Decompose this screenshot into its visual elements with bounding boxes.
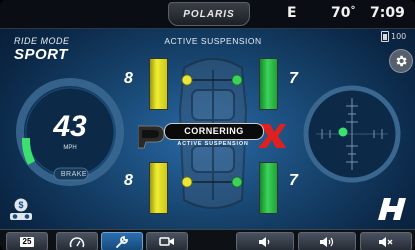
- level-indicator-dot: [338, 127, 348, 137]
- camera-icon: [159, 237, 174, 246]
- park-badge: 25: [19, 236, 35, 247]
- speed-value: 43: [53, 110, 87, 143]
- battery-icon: [381, 31, 389, 42]
- temperature-unit: °: [350, 5, 356, 16]
- speedometer-icon: [69, 236, 85, 247]
- top-status-bar: POLARIS E 70° 7:09: [0, 0, 415, 29]
- suspension-mode-pill[interactable]: CORNERING: [164, 123, 264, 140]
- front-left-wheel-dot: [181, 74, 193, 86]
- battery-indicator: 100: [381, 31, 406, 42]
- park-view-button[interactable]: 25: [6, 232, 48, 250]
- volume-down-button[interactable]: [236, 232, 294, 250]
- h-logo: [378, 198, 406, 220]
- mute-icon: [379, 236, 393, 247]
- suspension-mode-subtitle: ACTIVE SUSPENSION: [177, 141, 249, 147]
- volume-up-button[interactable]: [298, 232, 356, 250]
- svg-text:$: $: [18, 200, 23, 210]
- mute-button[interactable]: [360, 232, 412, 250]
- rear-left-suspension-bar: [149, 162, 168, 214]
- brand-logo-text: POLARIS: [183, 8, 235, 20]
- rear-right-suspension-bar: [259, 162, 278, 214]
- front-left-suspension-bar: [149, 58, 168, 110]
- screen: POLARIS E 70° 7:09 100 RIDE MODE SPORT A…: [0, 0, 415, 250]
- temperature-value: 70: [331, 5, 351, 21]
- clock: 7:09: [370, 5, 405, 21]
- level-gauge: [303, 85, 401, 183]
- settings-gear-icon: [396, 55, 407, 67]
- settings-button[interactable]: [389, 49, 413, 73]
- battery-value: 100: [391, 32, 407, 41]
- speed-unit: MPH: [63, 145, 77, 151]
- brake-label: BRAKE: [60, 171, 88, 178]
- wrench-icon: [116, 235, 128, 248]
- dtc-service-icon[interactable]: $: [8, 197, 34, 223]
- front-left-suspension-value: 8: [124, 70, 133, 87]
- vehicle-settings-button[interactable]: [101, 232, 143, 250]
- ride-mode-value[interactable]: SPORT: [14, 46, 68, 63]
- rear-right-suspension-value: 7: [289, 172, 298, 189]
- gear-indicator: E: [287, 5, 297, 21]
- volume-down-icon: [259, 236, 270, 247]
- front-right-suspension-value: 7: [289, 70, 298, 87]
- active-suspension-title: ACTIVE SUSPENSION: [164, 36, 262, 46]
- volume-up-icon: [320, 236, 334, 247]
- brand-tab: POLARIS: [168, 2, 250, 26]
- front-right-wheel-dot: [231, 74, 243, 86]
- front-right-suspension-bar: [259, 58, 278, 110]
- temperature-readout: 70°: [331, 5, 355, 21]
- bottom-nav-bar: 25: [0, 229, 415, 250]
- rear-left-wheel-dot: [181, 176, 193, 188]
- rear-right-wheel-dot: [231, 176, 243, 188]
- ride-mode-label: RIDE MODE: [14, 36, 70, 46]
- camera-button[interactable]: [146, 232, 188, 250]
- gauges-button[interactable]: [56, 232, 98, 250]
- rear-left-suspension-value: 8: [124, 172, 133, 189]
